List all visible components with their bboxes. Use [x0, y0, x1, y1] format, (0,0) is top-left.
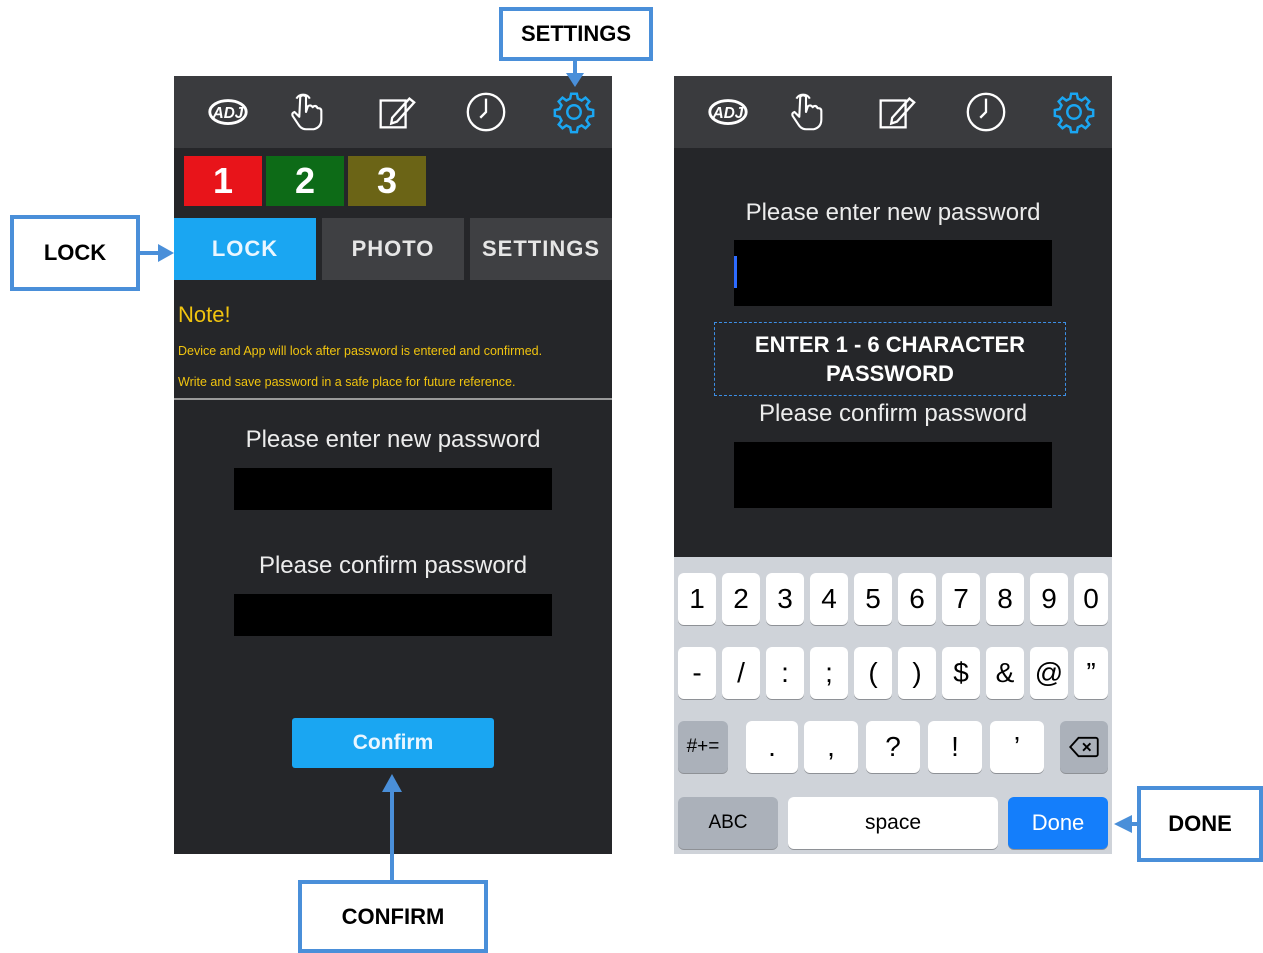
- key-9[interactable]: 9: [1030, 573, 1068, 625]
- key-0[interactable]: 0: [1074, 573, 1108, 625]
- clock-icon[interactable]: [962, 88, 1010, 136]
- confirm-callout-arrow-line: [390, 790, 394, 880]
- key-close-paren[interactable]: ): [898, 647, 936, 699]
- preset-2-button[interactable]: 2: [266, 156, 344, 206]
- key-space[interactable]: space: [788, 797, 998, 849]
- key-at[interactable]: @: [1030, 647, 1068, 699]
- key-dollar[interactable]: $: [942, 647, 980, 699]
- new-password-input[interactable]: [234, 468, 552, 510]
- settings-callout-arrow-head: [566, 73, 584, 87]
- done-key[interactable]: Done: [1008, 797, 1108, 849]
- edit-icon[interactable]: [372, 88, 420, 136]
- password-hint-box: ENTER 1 - 6 CHARACTER PASSWORD: [714, 322, 1066, 396]
- lock-callout-arrow-line: [140, 251, 160, 255]
- confirm-password-label: Please confirm password: [758, 400, 1028, 427]
- clock-icon[interactable]: [462, 88, 510, 136]
- text-cursor: [734, 256, 737, 288]
- gear-icon[interactable]: [1050, 88, 1098, 136]
- confirm-password-input[interactable]: [234, 594, 552, 636]
- key-ampersand[interactable]: &: [986, 647, 1024, 699]
- done-callout: DONE: [1137, 786, 1263, 862]
- key-2[interactable]: 2: [722, 573, 760, 625]
- preset-3-button[interactable]: 3: [348, 156, 426, 206]
- key-apostrophe[interactable]: ’: [990, 721, 1044, 773]
- key-7[interactable]: 7: [942, 573, 980, 625]
- top-nav-bar: ADJ: [674, 76, 1112, 148]
- key-1[interactable]: 1: [678, 573, 716, 625]
- confirm-password-label: Please confirm password: [258, 552, 528, 579]
- edit-icon[interactable]: [872, 88, 920, 136]
- key-semicolon[interactable]: ;: [810, 647, 848, 699]
- tab-photo[interactable]: PHOTO: [322, 218, 464, 280]
- divider: [174, 398, 612, 400]
- key-4[interactable]: 4: [810, 573, 848, 625]
- note-line-2: Write and save password in a safe place …: [178, 375, 516, 389]
- note-line-1: Device and App will lock after password …: [178, 344, 543, 358]
- key-colon[interactable]: :: [766, 647, 804, 699]
- key-exclamation[interactable]: !: [928, 721, 982, 773]
- confirm-password-input[interactable]: [734, 442, 1052, 508]
- backspace-icon: [1069, 736, 1099, 758]
- hint-line-1: ENTER 1 - 6 CHARACTER: [754, 332, 1026, 357]
- key-3[interactable]: 3: [766, 573, 804, 625]
- key-abc[interactable]: ABC: [678, 797, 778, 849]
- tab-settings[interactable]: SETTINGS: [470, 218, 612, 280]
- adj-logo-icon[interactable]: ADJ: [704, 88, 752, 136]
- key-8[interactable]: 8: [986, 573, 1024, 625]
- touch-hand-icon[interactable]: [782, 88, 830, 136]
- key-comma[interactable]: ,: [804, 721, 858, 773]
- key-symbols-toggle[interactable]: #+=: [678, 721, 728, 773]
- new-password-label: Please enter new password: [245, 426, 541, 453]
- key-open-paren[interactable]: (: [854, 647, 892, 699]
- confirm-button[interactable]: Confirm: [292, 718, 494, 768]
- lock-callout: LOCK: [10, 215, 140, 291]
- preset-1-button[interactable]: 1: [184, 156, 262, 206]
- touch-hand-icon[interactable]: [282, 88, 330, 136]
- confirm-callout: CONFIRM: [298, 880, 488, 953]
- backspace-key[interactable]: [1060, 721, 1108, 773]
- key-period[interactable]: .: [746, 721, 798, 773]
- key-slash[interactable]: /: [722, 647, 760, 699]
- tab-lock[interactable]: LOCK: [174, 218, 316, 280]
- lock-callout-arrow-head: [158, 244, 174, 262]
- key-question[interactable]: ?: [866, 721, 920, 773]
- note-title: Note!: [178, 302, 231, 327]
- gear-icon[interactable]: [550, 88, 598, 136]
- settings-callout: SETTINGS: [499, 7, 653, 61]
- svg-text:ADJ: ADJ: [212, 105, 244, 122]
- top-nav-bar: ADJ: [174, 76, 612, 148]
- hint-line-2: PASSWORD: [826, 361, 954, 386]
- new-password-label: Please enter new password: [745, 199, 1041, 226]
- numeric-keyboard: 1 2 3 4 5 6 7 8 9 0 - / : ; ( ) $ & @ ” …: [674, 557, 1112, 854]
- key-6[interactable]: 6: [898, 573, 936, 625]
- key-dash[interactable]: -: [678, 647, 716, 699]
- confirm-callout-arrow-head: [382, 774, 402, 792]
- svg-text:ADJ: ADJ: [712, 105, 744, 122]
- new-password-input[interactable]: [734, 240, 1052, 306]
- done-callout-arrow-head: [1114, 815, 1132, 833]
- key-quote[interactable]: ”: [1074, 647, 1108, 699]
- adj-logo-icon[interactable]: ADJ: [204, 88, 252, 136]
- right-phone-screen: ADJ Please enter new password ENTER 1 - …: [674, 76, 1112, 854]
- left-phone-screen: ADJ 1 2 3 LOCK PHOTO SETTINGS Note! Devi…: [174, 76, 612, 854]
- key-5[interactable]: 5: [854, 573, 892, 625]
